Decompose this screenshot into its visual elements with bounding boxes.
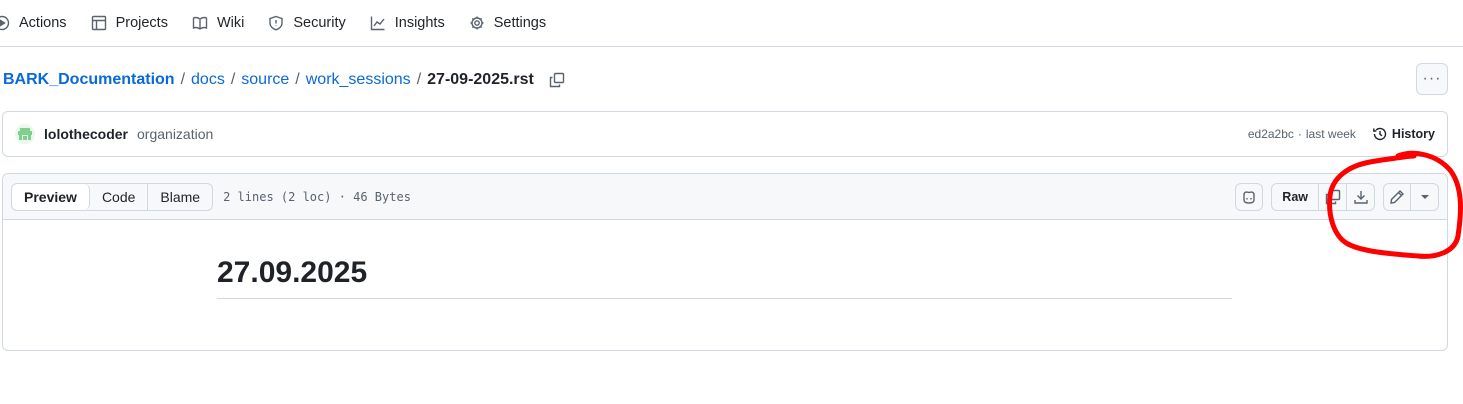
author-type-label: organization (137, 126, 214, 142)
nav-tab-projects[interactable]: Projects (91, 0, 180, 46)
raw-button[interactable]: Raw (1271, 182, 1319, 211)
breadcrumb-separator: / (230, 71, 236, 88)
nav-tab-label: Settings (493, 15, 547, 31)
graph-icon (370, 16, 385, 31)
nav-tab-actions[interactable]: Actions (0, 0, 79, 46)
nav-tab-label: Wiki (216, 15, 245, 31)
breadcrumb-current-file: 27-09-2025.rst (427, 71, 534, 88)
nav-tab-wiki[interactable]: Wiki (192, 0, 256, 46)
avatar[interactable] (15, 124, 35, 144)
more-options-button[interactable]: ··· (1416, 63, 1448, 95)
file-header: Preview Code Blame 2 lines (2 loc) · 46 … (3, 174, 1447, 220)
history-label: History (1391, 127, 1435, 141)
tab-preview[interactable]: Preview (12, 183, 90, 210)
latest-commit-box: lolothecoder organization ed2a2bc · last… (2, 111, 1448, 157)
file-info: 2 lines (2 loc) · 46 Bytes (223, 189, 411, 204)
tab-code[interactable]: Code (90, 184, 147, 210)
copilot-button[interactable] (1235, 182, 1264, 211)
nav-tab-label: Projects (115, 15, 168, 31)
nav-tab-settings[interactable]: Settings (469, 0, 558, 46)
history-icon (1373, 127, 1387, 141)
breadcrumb-separator: / (180, 71, 186, 88)
tab-blame[interactable]: Blame (147, 183, 212, 210)
document-heading: 27.09.2025 (217, 256, 1232, 299)
meta-separator: · (1297, 127, 1302, 141)
nav-tab-label: Actions (19, 15, 67, 31)
commit-time: last week (1305, 127, 1356, 141)
commit-meta: ed2a2bc · last week History (1248, 126, 1435, 142)
file-viewer: Preview Code Blame 2 lines (2 loc) · 46 … (2, 173, 1448, 351)
book-icon (192, 16, 208, 30)
shield-icon (269, 15, 284, 31)
copy-icon (549, 72, 565, 88)
gear-icon (470, 16, 484, 30)
copilot-icon (1243, 190, 1255, 204)
breadcrumb: BARK_Documentation / docs / source / wor… (3, 66, 565, 94)
red-circle-annotation (1327, 150, 1463, 259)
nav-tab-label: Insights (394, 15, 445, 31)
copy-path-button[interactable] (549, 72, 565, 88)
view-mode-toggle: Preview Code Blame (11, 182, 214, 211)
breadcrumb-source-link[interactable]: source (241, 71, 289, 89)
repo-nav: Actions Projects Wiki Security Insights … (0, 0, 1463, 47)
breadcrumb-docs-link[interactable]: docs (191, 71, 225, 89)
nav-tab-label: Security (293, 15, 346, 31)
file-preview: 27.09.2025 (3, 220, 1447, 350)
play-circle-icon (0, 15, 10, 31)
history-button[interactable]: History (1372, 126, 1435, 142)
breadcrumb-separator: / (295, 71, 300, 88)
commit-sha-link[interactable]: ed2a2bc (1248, 127, 1294, 141)
nav-tab-insights[interactable]: Insights (370, 0, 457, 46)
breadcrumb-work-sessions-link[interactable]: work_sessions (306, 71, 411, 89)
breadcrumb-separator: / (416, 71, 422, 88)
nav-tab-security[interactable]: Security (268, 0, 357, 46)
breadcrumb-repo-link[interactable]: BARK_Documentation (3, 71, 175, 89)
table-icon (91, 15, 106, 31)
commit-author-link[interactable]: lolothecoder (44, 126, 128, 142)
